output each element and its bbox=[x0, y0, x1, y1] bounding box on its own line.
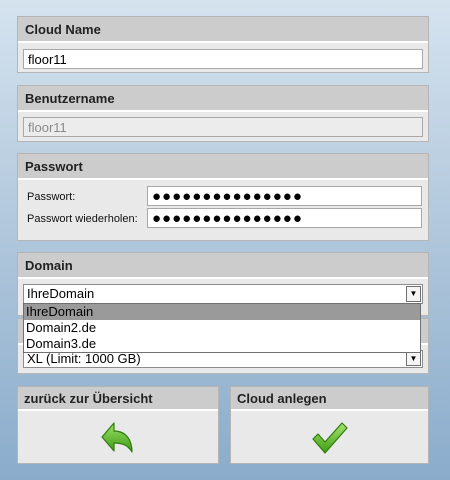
username-panel: Benutzername bbox=[17, 85, 429, 142]
cloud-name-heading: Cloud Name bbox=[18, 17, 428, 43]
domain-select[interactable]: IhreDomain ▼ bbox=[23, 284, 423, 304]
username-heading: Benutzername bbox=[18, 86, 428, 112]
cloud-name-input[interactable] bbox=[23, 49, 423, 69]
checkmark-icon bbox=[311, 422, 348, 454]
back-arrow-icon bbox=[101, 422, 133, 453]
domain-option[interactable]: IhreDomain bbox=[24, 304, 420, 320]
create-button-label: Cloud anlegen bbox=[231, 387, 428, 411]
password-repeat-input[interactable] bbox=[147, 208, 422, 228]
chevron-down-icon[interactable]: ▼ bbox=[406, 286, 421, 302]
domain-option[interactable]: Domain2.de bbox=[24, 320, 420, 336]
password-heading: Passwort bbox=[18, 154, 428, 180]
username-input bbox=[23, 117, 423, 137]
create-cloud-button[interactable]: Cloud anlegen bbox=[230, 386, 429, 464]
domain-heading: Domain bbox=[18, 253, 428, 279]
domain-option[interactable]: Domain3.de bbox=[24, 336, 420, 352]
back-button-label: zurück zur Übersicht bbox=[18, 387, 218, 411]
chevron-down-icon[interactable]: ▼ bbox=[406, 352, 421, 366]
back-to-overview-button[interactable]: zurück zur Übersicht bbox=[17, 386, 219, 464]
password-repeat-label: Passwort wiederholen: bbox=[27, 213, 138, 225]
password-input[interactable] bbox=[147, 186, 422, 206]
password-panel: Passwort Passwort: Passwort wiederholen: bbox=[17, 153, 429, 241]
password-label: Passwort: bbox=[27, 191, 76, 203]
domain-select-value: IhreDomain bbox=[27, 286, 95, 301]
cloud-name-panel: Cloud Name bbox=[17, 16, 429, 73]
domain-dropdown-list: IhreDomain Domain2.de Domain3.de bbox=[23, 303, 421, 353]
package-select-value: XL (Limit: 1000 GB) bbox=[27, 351, 141, 366]
